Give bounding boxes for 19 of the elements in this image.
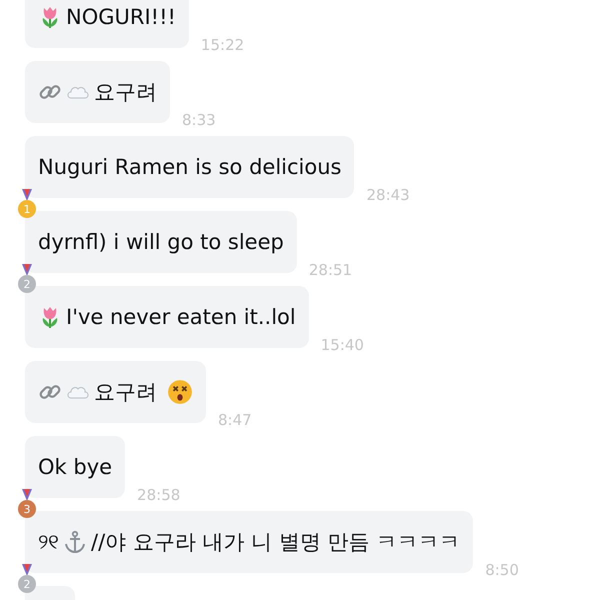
message-text: dyrnfl) i will go to sleep (38, 230, 284, 254)
message-time: 15:22 (200, 36, 244, 54)
message-text: I've never eaten it..lol (66, 305, 296, 329)
message-time: 28:43 (366, 186, 410, 204)
message-text: Nuguri Ramen is so delicious (38, 155, 342, 179)
message-text: //야 요구라 내가 니 별명 만듬 ㅋㅋㅋㅋ (91, 529, 460, 556)
message-text: ୨୧ (38, 530, 59, 554)
message-time: 8:33 (182, 111, 216, 129)
message-text: 요구려 (94, 379, 157, 406)
message-text: NOGURI!!! (66, 5, 176, 29)
message-time: 28:58 (137, 486, 180, 504)
message-text: Ok bye (38, 455, 112, 479)
message-time: 15:40 (320, 336, 364, 354)
anchor-icon (63, 530, 87, 554)
message-text: 요구려 (94, 79, 157, 106)
message-time: 28:51 (308, 261, 352, 279)
message-time: 8:47 (218, 411, 252, 429)
message-time: 8:50 (485, 561, 519, 579)
dizzy-face-icon (167, 379, 193, 405)
